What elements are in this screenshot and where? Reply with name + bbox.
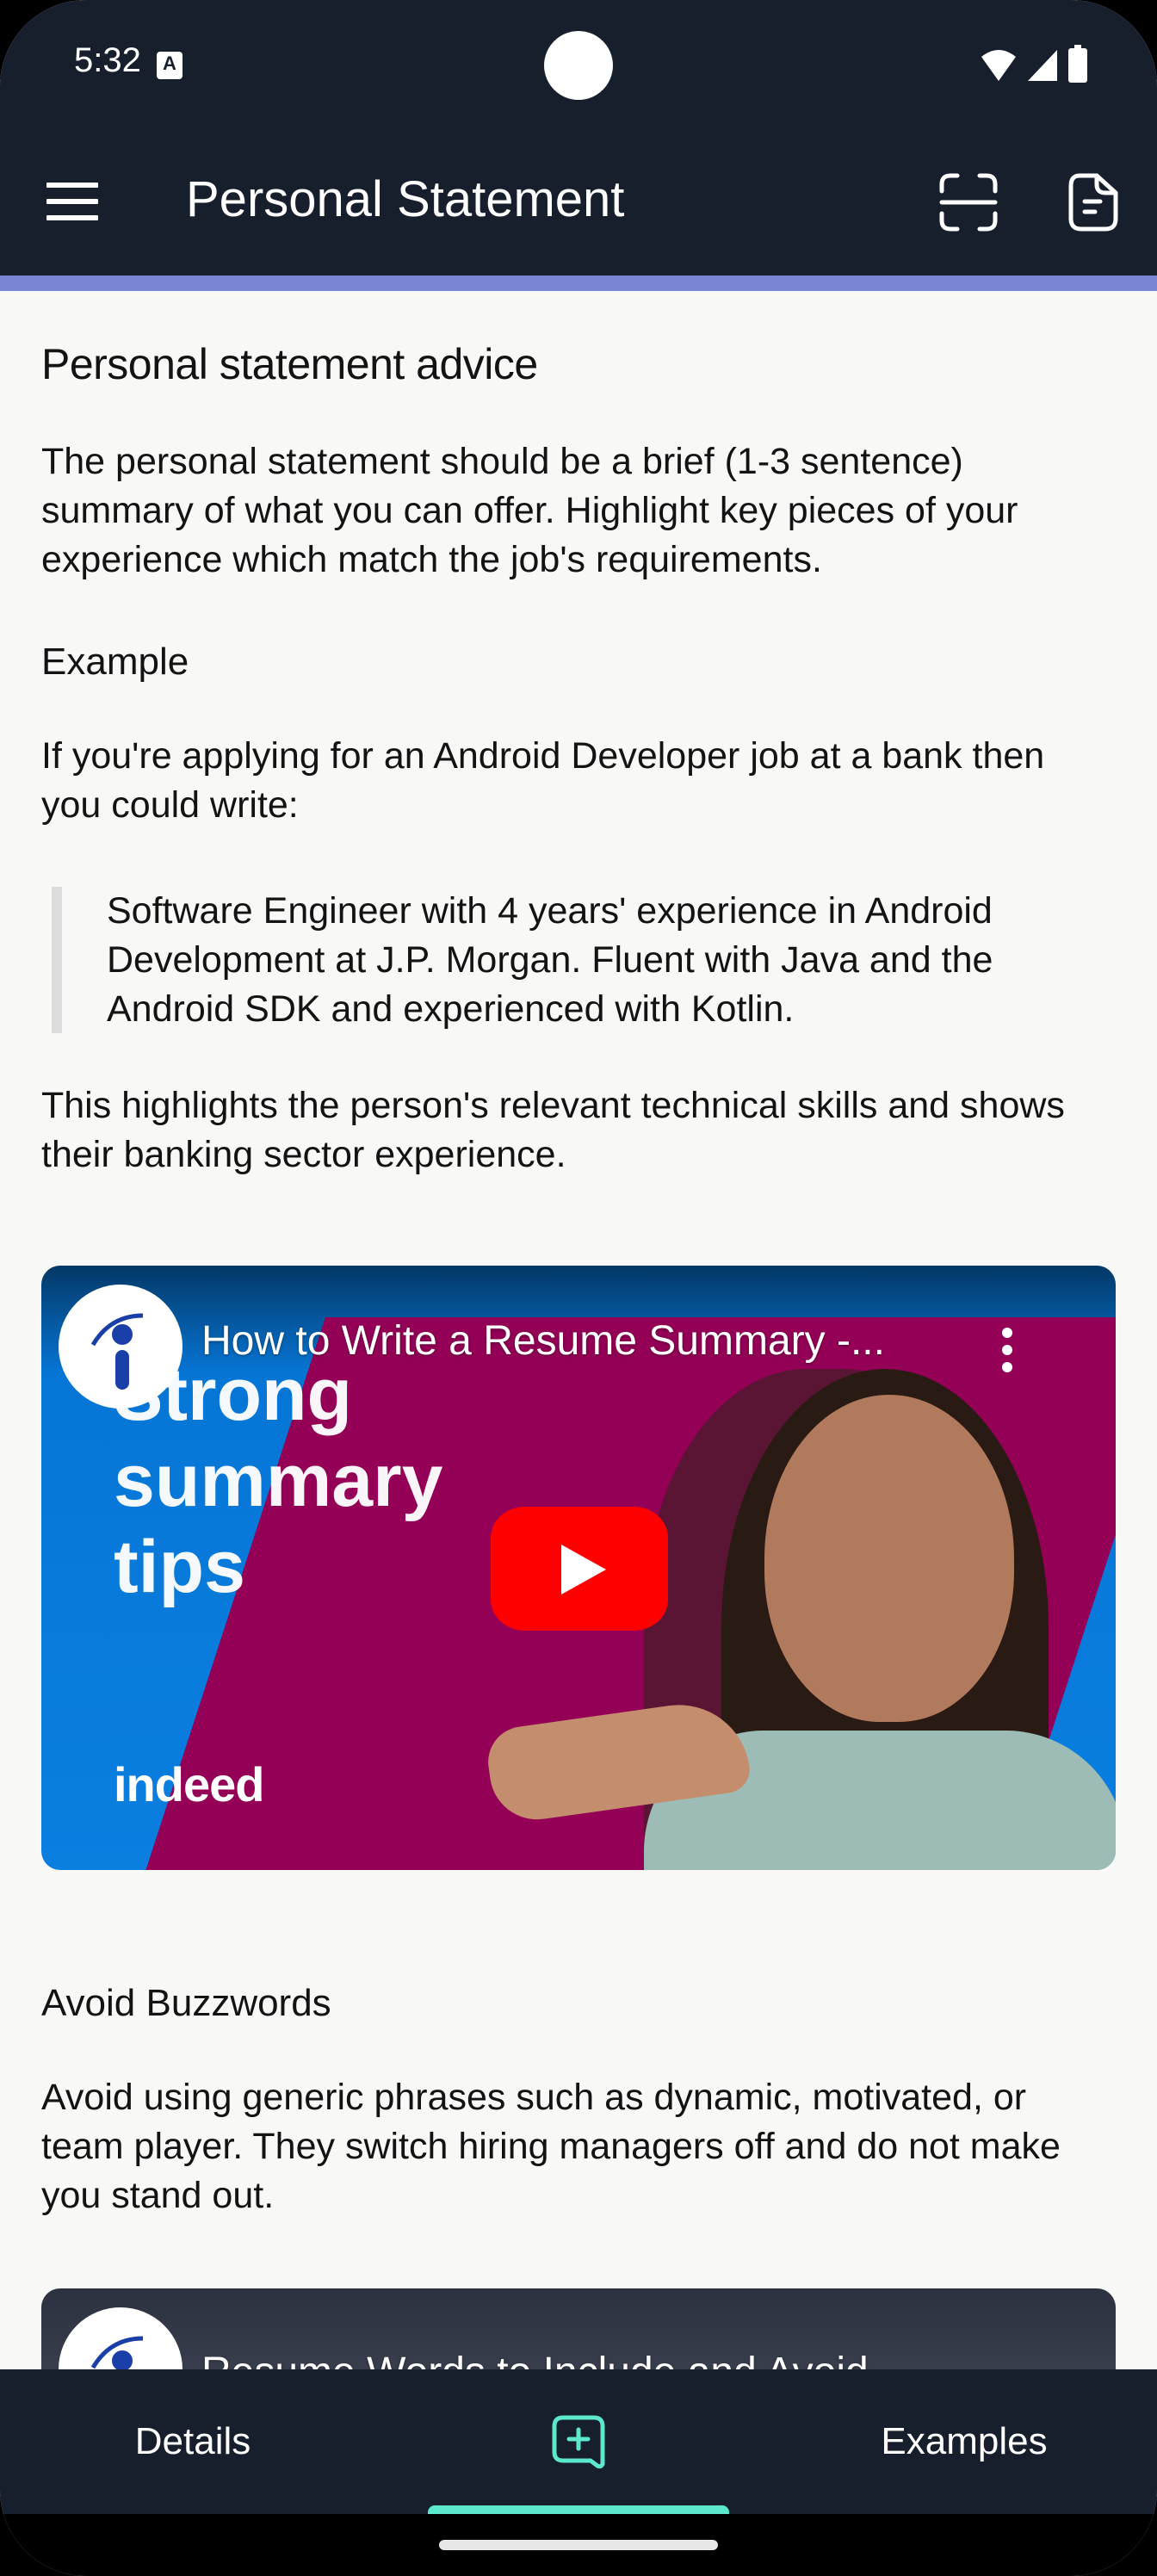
cellular-signal-icon bbox=[1028, 50, 1057, 81]
hamburger-menu-icon[interactable] bbox=[46, 183, 98, 220]
buzzwords-paragraph: Avoid using generic phrases such as dyna… bbox=[41, 2077, 1061, 2216]
phone-screen: 5:32 A Personal Statement Personal state… bbox=[0, 0, 1157, 2576]
intro-paragraph: The personal statement should be a brief… bbox=[41, 441, 1018, 580]
youtube-play-button[interactable] bbox=[491, 1507, 668, 1631]
battery-icon bbox=[1068, 45, 1087, 83]
page-title: Personal Statement bbox=[186, 171, 625, 227]
example-quote: Software Engineer with 4 years' experien… bbox=[52, 887, 1119, 1033]
video-title[interactable]: How to Write a Resume Summary -... bbox=[201, 1317, 885, 1365]
indeed-logo-icon[interactable] bbox=[59, 1285, 183, 1409]
accent-strip bbox=[0, 276, 1157, 291]
nav-tab-examples[interactable]: Examples bbox=[771, 2369, 1157, 2514]
play-icon bbox=[561, 1545, 606, 1595]
scan-icon[interactable] bbox=[938, 172, 999, 232]
document-icon[interactable] bbox=[1067, 172, 1119, 232]
thumbnail-brand: indeed bbox=[114, 1757, 264, 1811]
video-embed-resume-summary[interactable]: Strong summary tips indeed How to Write a … bbox=[41, 1266, 1116, 1870]
status-icons bbox=[980, 45, 1088, 83]
top-app-bar: 5:32 A Personal Statement bbox=[0, 0, 1157, 276]
camera-cutout bbox=[544, 31, 613, 100]
example-explanation: This highlights the person's relevant te… bbox=[41, 1085, 1065, 1175]
bottom-navigation: Details Examples bbox=[0, 2369, 1157, 2517]
status-time: 5:32 bbox=[74, 41, 141, 79]
accessibility-a-icon: A bbox=[157, 52, 183, 79]
thumbnail-person-face bbox=[764, 1395, 1014, 1722]
nav-tab-details[interactable]: Details bbox=[0, 2369, 386, 2514]
example-heading: Example bbox=[41, 641, 189, 683]
wifi-icon bbox=[981, 50, 1016, 81]
add-comment-icon bbox=[552, 2415, 605, 2469]
example-intro: If you're applying for an Android Develo… bbox=[41, 735, 1045, 826]
section-heading: Personal statement advice bbox=[41, 340, 538, 388]
buzzwords-heading: Avoid Buzzwords bbox=[41, 1982, 331, 2024]
gesture-handle[interactable] bbox=[439, 2540, 718, 2550]
nav-tab-add[interactable] bbox=[386, 2369, 771, 2514]
more-options-icon[interactable] bbox=[999, 1324, 1016, 1376]
